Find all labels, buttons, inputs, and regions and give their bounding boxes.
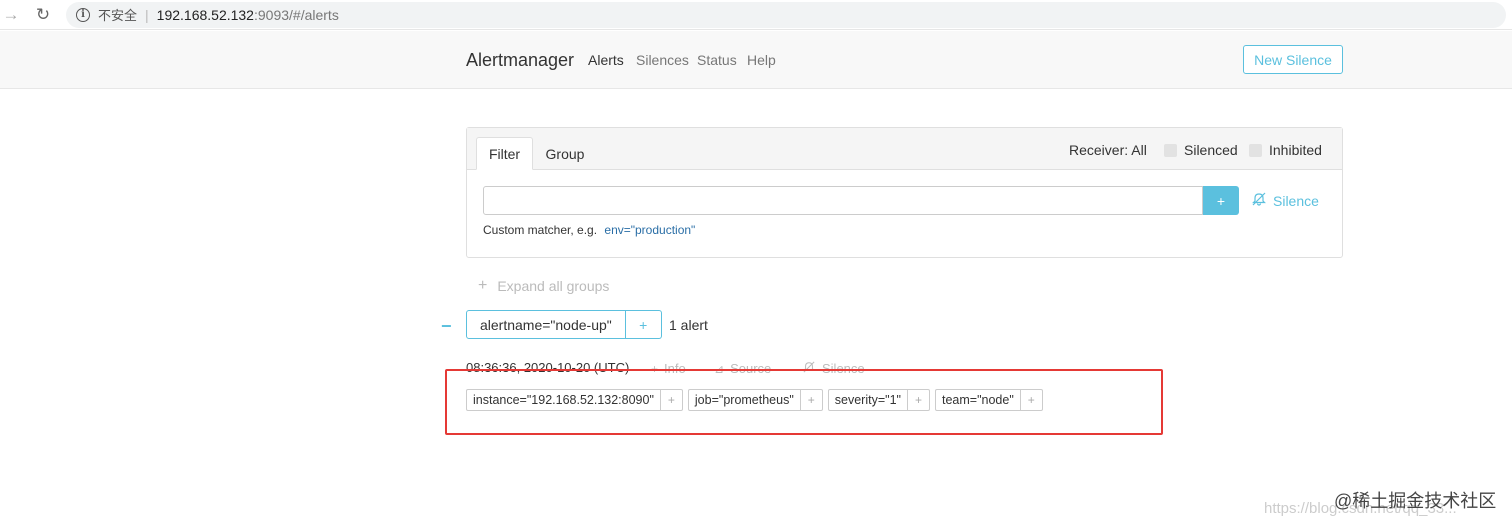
filter-input[interactable]	[483, 186, 1203, 215]
collapse-group-icon[interactable]: −	[441, 316, 452, 337]
reload-icon[interactable]: ↻	[32, 4, 54, 26]
navbar: Alertmanager Alerts Silences Status Help…	[0, 31, 1512, 89]
label-text[interactable]: team="node"	[936, 390, 1020, 410]
label-text[interactable]: severity="1"	[829, 390, 907, 410]
nav-status[interactable]: Status	[697, 52, 737, 68]
label-severity: severity="1" +	[827, 389, 930, 411]
alert-count: 1 alert	[669, 317, 708, 333]
silenced-toggle[interactable]: Silenced	[1164, 142, 1238, 158]
info-icon[interactable]: i	[76, 7, 90, 22]
label-add-button[interactable]: +	[906, 390, 929, 410]
url-field[interactable]: i 不安全 | 192.168.52.132 :9093/#/alerts	[66, 1, 1506, 28]
silence-link-label: Silence	[1273, 192, 1319, 209]
bell-slash-icon	[802, 361, 816, 376]
label-text[interactable]: job="prometheus"	[689, 390, 800, 410]
alert-timestamp: 08:36:36, 2020-10-20 (UTC)	[466, 360, 630, 375]
group-label-button[interactable]: alertname="node-up"	[466, 310, 626, 339]
hint-text: Custom matcher, e.g.	[483, 223, 598, 237]
matcher-hint: Custom matcher, e.g. env="production"	[483, 223, 695, 237]
tab-group[interactable]: Group	[537, 137, 593, 170]
new-silence-button[interactable]: New Silence	[1243, 45, 1343, 74]
expand-all-groups[interactable]: + Expand all groups	[478, 277, 609, 295]
alert-labels: instance="192.168.52.132:8090" + job="pr…	[466, 389, 1043, 411]
nav-silences[interactable]: Silences	[636, 52, 689, 68]
group-label: alertname="node-up" +	[466, 310, 662, 339]
inhibited-label: Inhibited	[1269, 142, 1322, 158]
inhibited-toggle[interactable]: Inhibited	[1249, 142, 1322, 158]
add-matcher-button[interactable]: +	[1203, 186, 1239, 215]
alert-source-link[interactable]: ⊿ Source	[714, 361, 771, 376]
label-team: team="node" +	[934, 389, 1043, 411]
plus-icon: +	[478, 277, 488, 294]
label-add-button[interactable]: +	[799, 390, 822, 410]
silence-label: Silence	[822, 361, 865, 376]
browser-address-bar: → ↻ i 不安全 | 192.168.52.132 :9093/#/alert…	[0, 0, 1512, 30]
filter-card-header: Filter Group Receiver: All Silenced Inhi…	[467, 128, 1342, 170]
nav-alerts[interactable]: Alerts	[588, 52, 624, 68]
back-arrow-icon[interactable]: →	[0, 4, 22, 26]
label-add-button[interactable]: +	[1019, 390, 1042, 410]
alert-info-button[interactable]: + Info	[651, 361, 686, 376]
label-job: job="prometheus" +	[687, 389, 823, 411]
label-text[interactable]: instance="192.168.52.132:8090"	[467, 390, 660, 410]
tab-filter[interactable]: Filter	[476, 137, 533, 170]
alert-silence-link[interactable]: Silence	[802, 361, 865, 376]
url-host: 192.168.52.132	[156, 6, 254, 23]
receiver-selector[interactable]: Receiver: All	[1069, 142, 1147, 158]
silence-filter-link[interactable]: Silence	[1251, 192, 1319, 209]
url-path: :9093/#/alerts	[253, 6, 339, 23]
watermark: @稀土掘金技术社区	[1334, 491, 1497, 511]
chart-icon: ⊿	[714, 361, 725, 376]
security-label: 不安全	[98, 8, 138, 23]
label-instance: instance="192.168.52.132:8090" +	[466, 389, 683, 411]
url-separator: |	[145, 6, 149, 23]
label-add-button[interactable]: +	[659, 390, 682, 410]
silenced-checkbox[interactable]	[1164, 143, 1177, 157]
expand-all-label: Expand all groups	[497, 278, 610, 294]
brand-link[interactable]: Alertmanager	[466, 50, 574, 71]
plus-icon: +	[651, 361, 659, 376]
info-label: Info	[664, 361, 686, 376]
group-add-button[interactable]: +	[625, 310, 662, 339]
filter-card: Filter Group Receiver: All Silenced Inhi…	[466, 127, 1343, 258]
silenced-label: Silenced	[1184, 142, 1238, 158]
nav-help[interactable]: Help	[747, 52, 776, 68]
source-label: Source	[730, 361, 772, 376]
inhibited-checkbox[interactable]	[1249, 143, 1262, 157]
bell-slash-icon	[1251, 192, 1267, 209]
hint-example: env="production"	[604, 223, 696, 237]
